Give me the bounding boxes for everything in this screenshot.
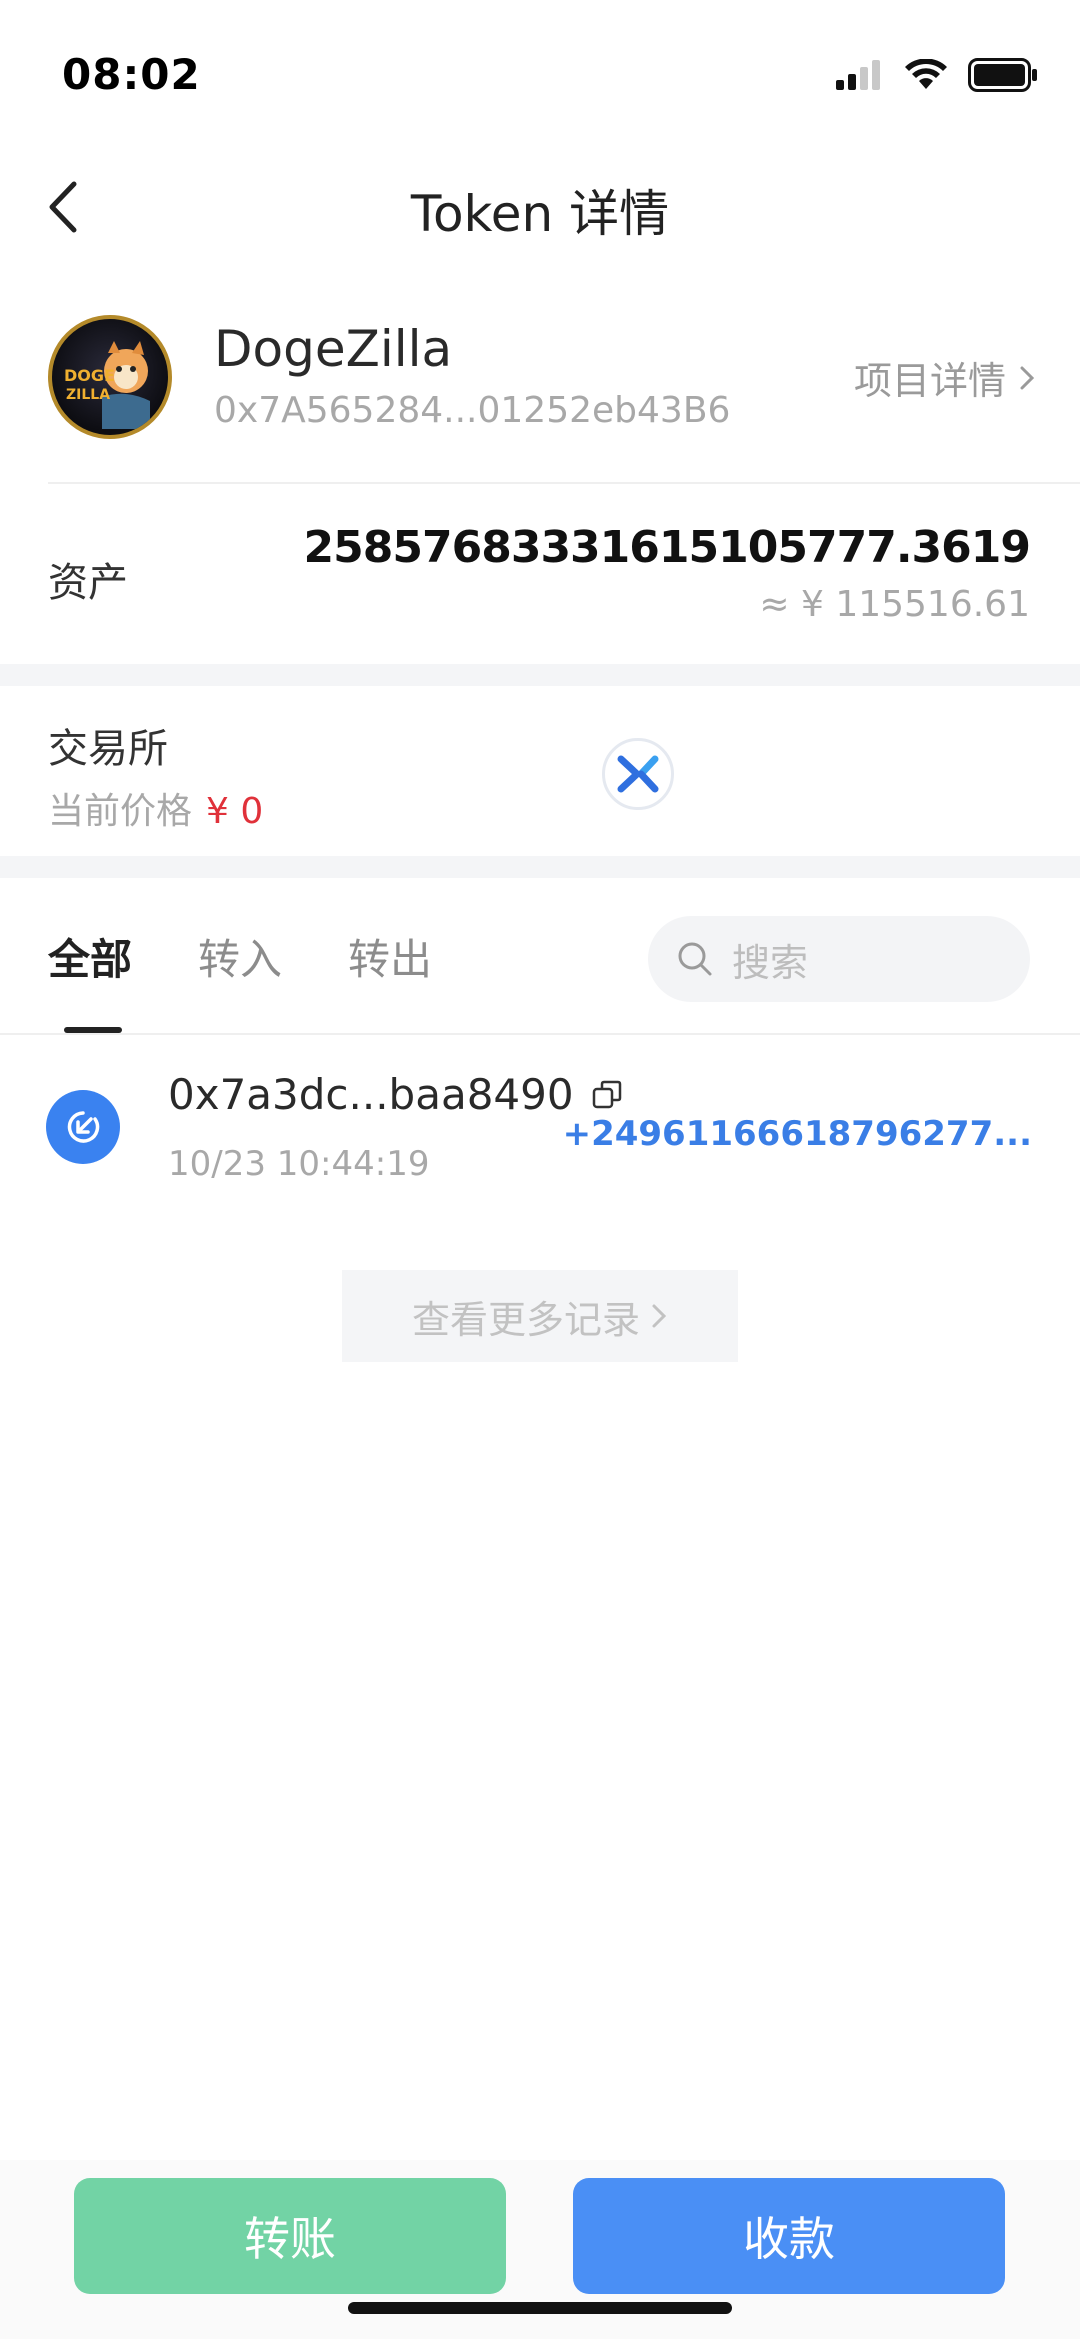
tab-outgoing[interactable]: 转出 — [348, 926, 432, 987]
project-details-link[interactable]: 项目详情 — [854, 350, 1036, 405]
search-input[interactable]: 搜索 — [648, 916, 1030, 1002]
exchange-x-icon — [617, 755, 659, 793]
section-divider — [0, 664, 1080, 686]
assets-cny-value: ≈ ¥ 115516.61 — [759, 584, 1030, 625]
active-tab-indicator — [64, 1027, 122, 1033]
exchange-logo[interactable] — [602, 738, 674, 810]
assets-label: 资产 — [48, 560, 128, 606]
chevron-right-icon — [1020, 366, 1035, 389]
current-price-row: 当前价格 ¥ 0 — [48, 782, 263, 834]
receive-arrow-icon — [67, 1111, 100, 1143]
current-price-value: ¥ 0 — [206, 791, 264, 832]
token-avatar: DOGE ZILLA — [48, 315, 172, 439]
chevron-right-icon — [652, 1304, 667, 1328]
search-icon — [678, 942, 712, 976]
token-address: 0x7A565284...01252eb43B6 — [214, 390, 731, 431]
transaction-amount: +24961166618796277... — [562, 1114, 1032, 1154]
battery-icon — [968, 58, 1037, 92]
tab-all[interactable]: 全部 — [48, 926, 132, 987]
svg-text:DOGE: DOGE — [64, 366, 115, 385]
exchange-label: 交易所 — [48, 726, 168, 772]
transaction-hash-text: 0x7a3dc...baa8490 — [168, 1070, 574, 1119]
dogezilla-logo-icon: DOGE ZILLA — [64, 341, 150, 429]
search-placeholder: 搜索 — [732, 940, 809, 985]
transaction-hash: 0x7a3dc...baa8490 — [168, 1070, 624, 1119]
tab-bar: 全部 转入 转出 搜索 — [0, 880, 1080, 1035]
assets-amount: 25857683331615105777.3619 — [303, 522, 1031, 573]
view-more-records-button[interactable]: 查看更多记录 — [342, 1270, 738, 1362]
header: Token 详情 — [0, 150, 1080, 265]
transaction-row[interactable]: 0x7a3dc...baa8490 10/23 10:44:19 +249611… — [0, 1040, 1080, 1210]
view-more-records-label: 查看更多记录 — [411, 1297, 640, 1342]
page-title: Token 详情 — [410, 185, 670, 243]
status-bar: 08:02 — [0, 0, 1080, 150]
status-time: 08:02 — [62, 50, 201, 99]
section-divider — [0, 856, 1080, 878]
current-price-label: 当前价格 — [48, 791, 193, 832]
svg-text:ZILLA: ZILLA — [66, 387, 110, 403]
status-icons — [836, 58, 1038, 92]
token-info: DOGE ZILLA DogeZilla 0x7A565284...01252e… — [0, 290, 1080, 480]
project-details-label: 项目详情 — [853, 359, 1006, 403]
incoming-transfer-icon — [46, 1090, 120, 1164]
assets-section: 资产 25857683331615105777.3619 ≈ ¥ 115516.… — [0, 484, 1080, 664]
transaction-time: 10/23 10:44:19 — [168, 1144, 430, 1184]
token-name: DogeZilla — [214, 320, 453, 378]
transfer-button[interactable]: 转账 — [74, 2178, 506, 2294]
wifi-icon — [905, 59, 947, 89]
tab-incoming[interactable]: 转入 — [198, 926, 282, 987]
home-indicator — [348, 2302, 732, 2314]
exchange-section[interactable]: 交易所 当前价格 ¥ 0 — [0, 690, 1080, 855]
receive-button[interactable]: 收款 — [573, 2178, 1005, 2294]
cellular-signal-icon — [836, 60, 880, 90]
copy-icon[interactable] — [590, 1078, 624, 1112]
